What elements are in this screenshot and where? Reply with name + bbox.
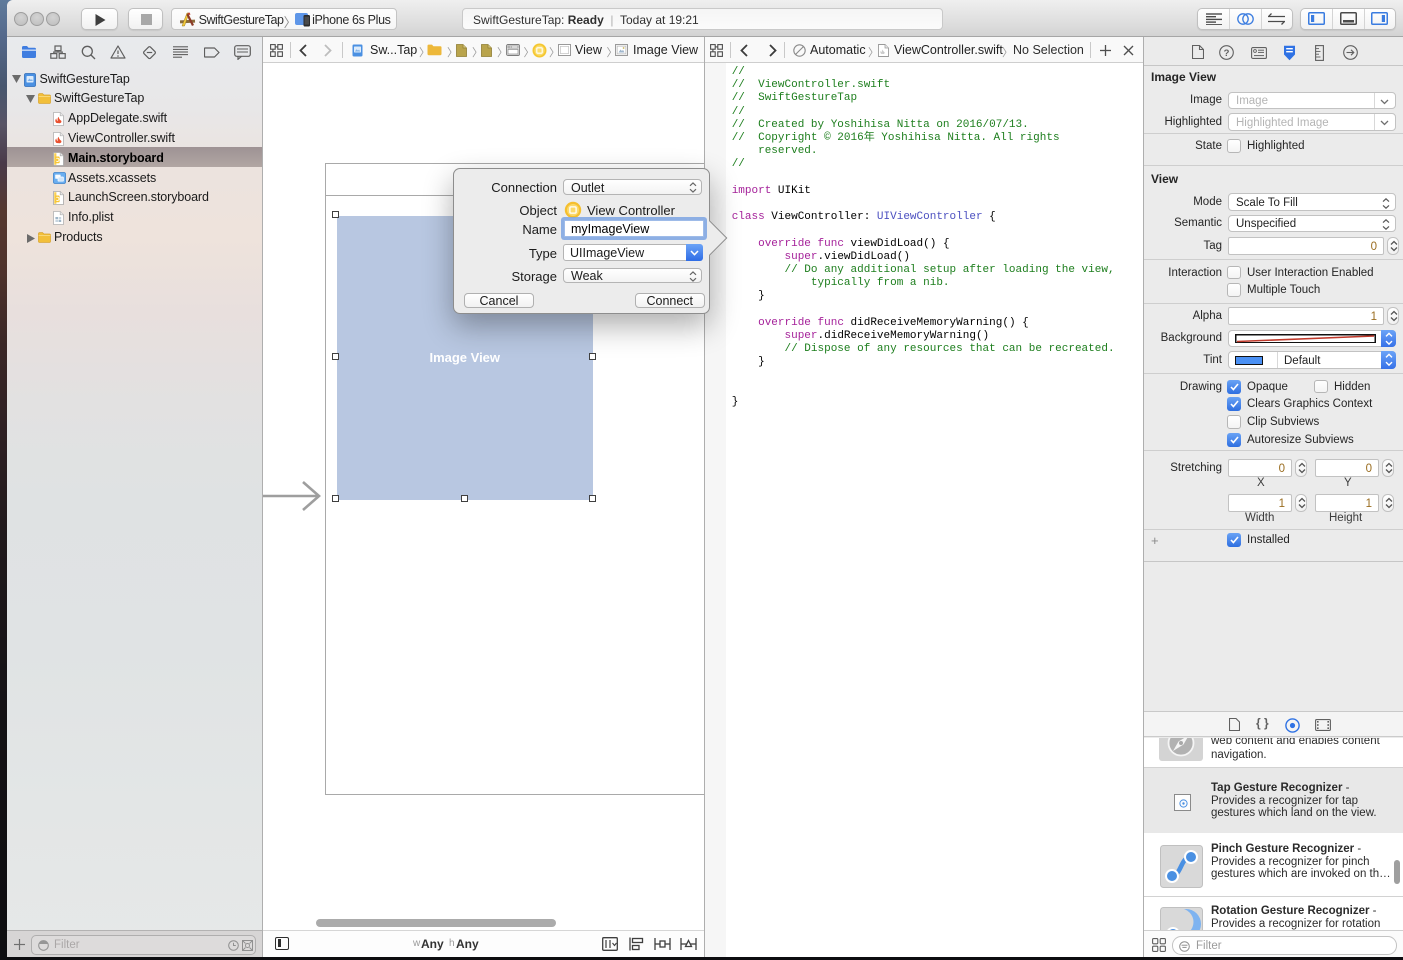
svg-text:?: ?: [1224, 48, 1230, 59]
